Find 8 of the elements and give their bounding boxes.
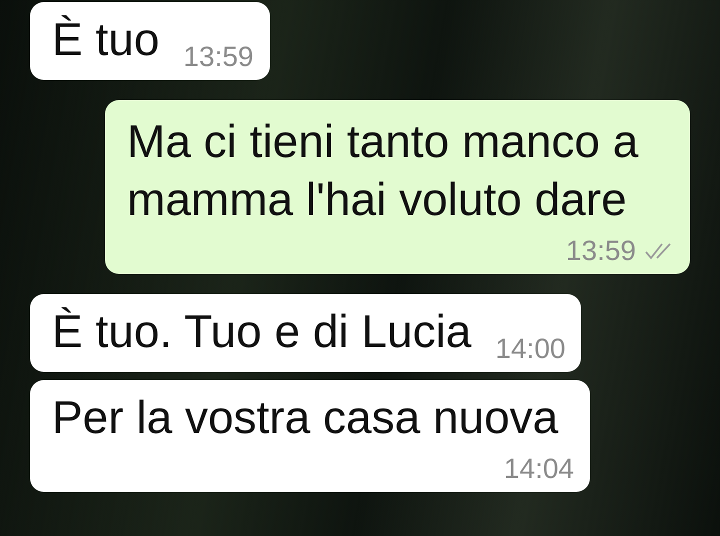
message-text: Per la vostra casa nuova: [52, 390, 560, 445]
message-time: 14:04: [504, 452, 574, 486]
message-text: È tuo: [52, 12, 160, 67]
message-text: Ma ci tieni tanto manco a mamma l'hai voluto dare: [127, 114, 640, 227]
message-text: È tuo. Tuo e di Lucia: [52, 304, 472, 359]
message-time: 14:00: [495, 332, 566, 366]
message-time: 13:59: [183, 40, 254, 74]
message-time: 13:59: [566, 234, 636, 268]
